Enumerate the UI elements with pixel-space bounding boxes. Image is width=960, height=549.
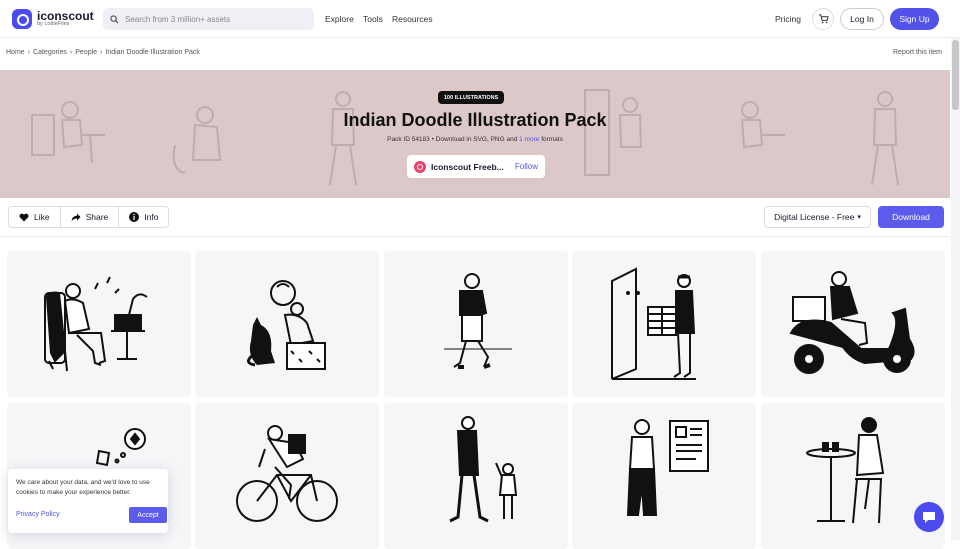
info-button[interactable]: Info (119, 207, 168, 227)
man-riding-scooter-icon (789, 271, 915, 374)
illustration-card[interactable] (7, 251, 191, 397)
top-navigation-bar: iconscout by LottieFiles Explore Tools R… (0, 0, 960, 38)
ghost-illustration (172, 106, 222, 174)
old-man-walking-icon (444, 273, 512, 369)
search-input[interactable] (125, 14, 305, 24)
illustration-card[interactable] (572, 403, 756, 549)
illustration-card[interactable] (761, 251, 945, 397)
accept-cookies-button[interactable]: Accept (129, 507, 167, 523)
cart-icon (818, 14, 829, 24)
license-dropdown[interactable]: Digital License - Free ▾ (764, 206, 871, 228)
ghost-illustration (31, 101, 105, 164)
man-on-chair-with-gramophone-icon (44, 276, 148, 372)
breadcrumb-categories[interactable]: Categories (33, 49, 67, 56)
login-button[interactable]: Log In (840, 8, 884, 30)
father-and-child-icon (449, 416, 518, 523)
illustration-card[interactable] (384, 251, 568, 397)
breadcrumb-current: Indian Doodle Illustration Pack (105, 49, 200, 56)
follow-button[interactable]: Follow (515, 162, 538, 171)
privacy-policy-link[interactable]: Privacy Policy (16, 511, 60, 518)
person-with-cat-and-bag-icon (247, 280, 326, 370)
report-link[interactable]: Report this item (893, 49, 942, 56)
ghost-illustration (740, 101, 785, 149)
heart-icon (19, 213, 29, 221)
info-label: Info (144, 212, 159, 222)
brand-tagline: by LottieFiles (37, 21, 70, 28)
pack-actions: Like Share Info (8, 206, 170, 228)
search-bar[interactable] (103, 8, 314, 30)
nav-explore[interactable]: Explore (325, 14, 354, 24)
illustration-card[interactable] (195, 251, 379, 397)
page-scrollbar[interactable] (951, 38, 960, 540)
cart-button[interactable] (812, 8, 834, 30)
breadcrumb-separator: › (27, 49, 31, 56)
info-icon (129, 212, 140, 222)
like-label: Like (34, 212, 50, 222)
pack-hero-banner: 100 ILLUSTRATIONS Indian Doodle Illustra… (0, 70, 950, 198)
download-button[interactable]: Download (878, 206, 944, 228)
cookie-message: We care about your data, and we'd love t… (16, 479, 150, 496)
share-arrow-icon (71, 213, 81, 221)
more-formats-link[interactable]: 1 more (519, 136, 539, 143)
signup-button[interactable]: Sign Up (890, 8, 939, 30)
brand-logo[interactable]: iconscout by LottieFiles (12, 9, 94, 29)
breadcrumb-separator: › (69, 49, 73, 56)
search-icon (110, 14, 119, 24)
illustration-count-badge: 100 ILLUSTRATIONS (438, 91, 505, 104)
breadcrumb-separator: › (100, 49, 103, 56)
logo-mark-icon (12, 9, 32, 29)
man-riding-bicycle-icon (236, 425, 338, 522)
pack-meta-suffix: formats (541, 136, 563, 143)
illustration-card[interactable] (384, 403, 568, 549)
nav-resources[interactable]: Resources (392, 14, 433, 24)
author-name[interactable]: Iconscout Freeb... (431, 162, 510, 172)
ghost-illustration (584, 89, 643, 176)
share-label: Share (85, 212, 109, 222)
man-at-door-with-parcel-icon (611, 267, 696, 380)
breadcrumb-people[interactable]: People (75, 49, 97, 56)
breadcrumb-home[interactable]: Home (6, 49, 25, 56)
nav-pricing[interactable]: Pricing (775, 14, 801, 24)
breadcrumb: Home › Categories › People › Indian Dood… (6, 49, 200, 56)
cookie-consent-banner: We care about your data, and we'd love t… (8, 469, 168, 533)
like-button[interactable]: Like (9, 207, 61, 227)
pack-meta-text: Pack ID 54183 • Download in SVG, PNG and (387, 136, 518, 143)
section-divider (0, 236, 950, 237)
license-label: Digital License - Free (774, 212, 855, 222)
chevron-down-icon: ▾ (857, 214, 861, 221)
chat-bubble-icon (923, 511, 935, 523)
illustration-card[interactable] (572, 251, 756, 397)
woman-with-document-icon (626, 419, 709, 516)
pack-title: Indian Doodle Illustration Pack (343, 110, 607, 130)
nav-tools[interactable]: Tools (363, 14, 383, 24)
scrollbar-thumb[interactable] (952, 40, 959, 110)
chat-button[interactable] (914, 502, 944, 532)
author-card: Iconscout Freeb... Follow (407, 155, 545, 178)
illustration-card[interactable] (195, 403, 379, 549)
share-button[interactable]: Share (61, 207, 120, 227)
author-avatar[interactable] (414, 160, 426, 173)
pack-meta: Pack ID 54183 • Download in SVG, PNG and… (0, 136, 950, 143)
